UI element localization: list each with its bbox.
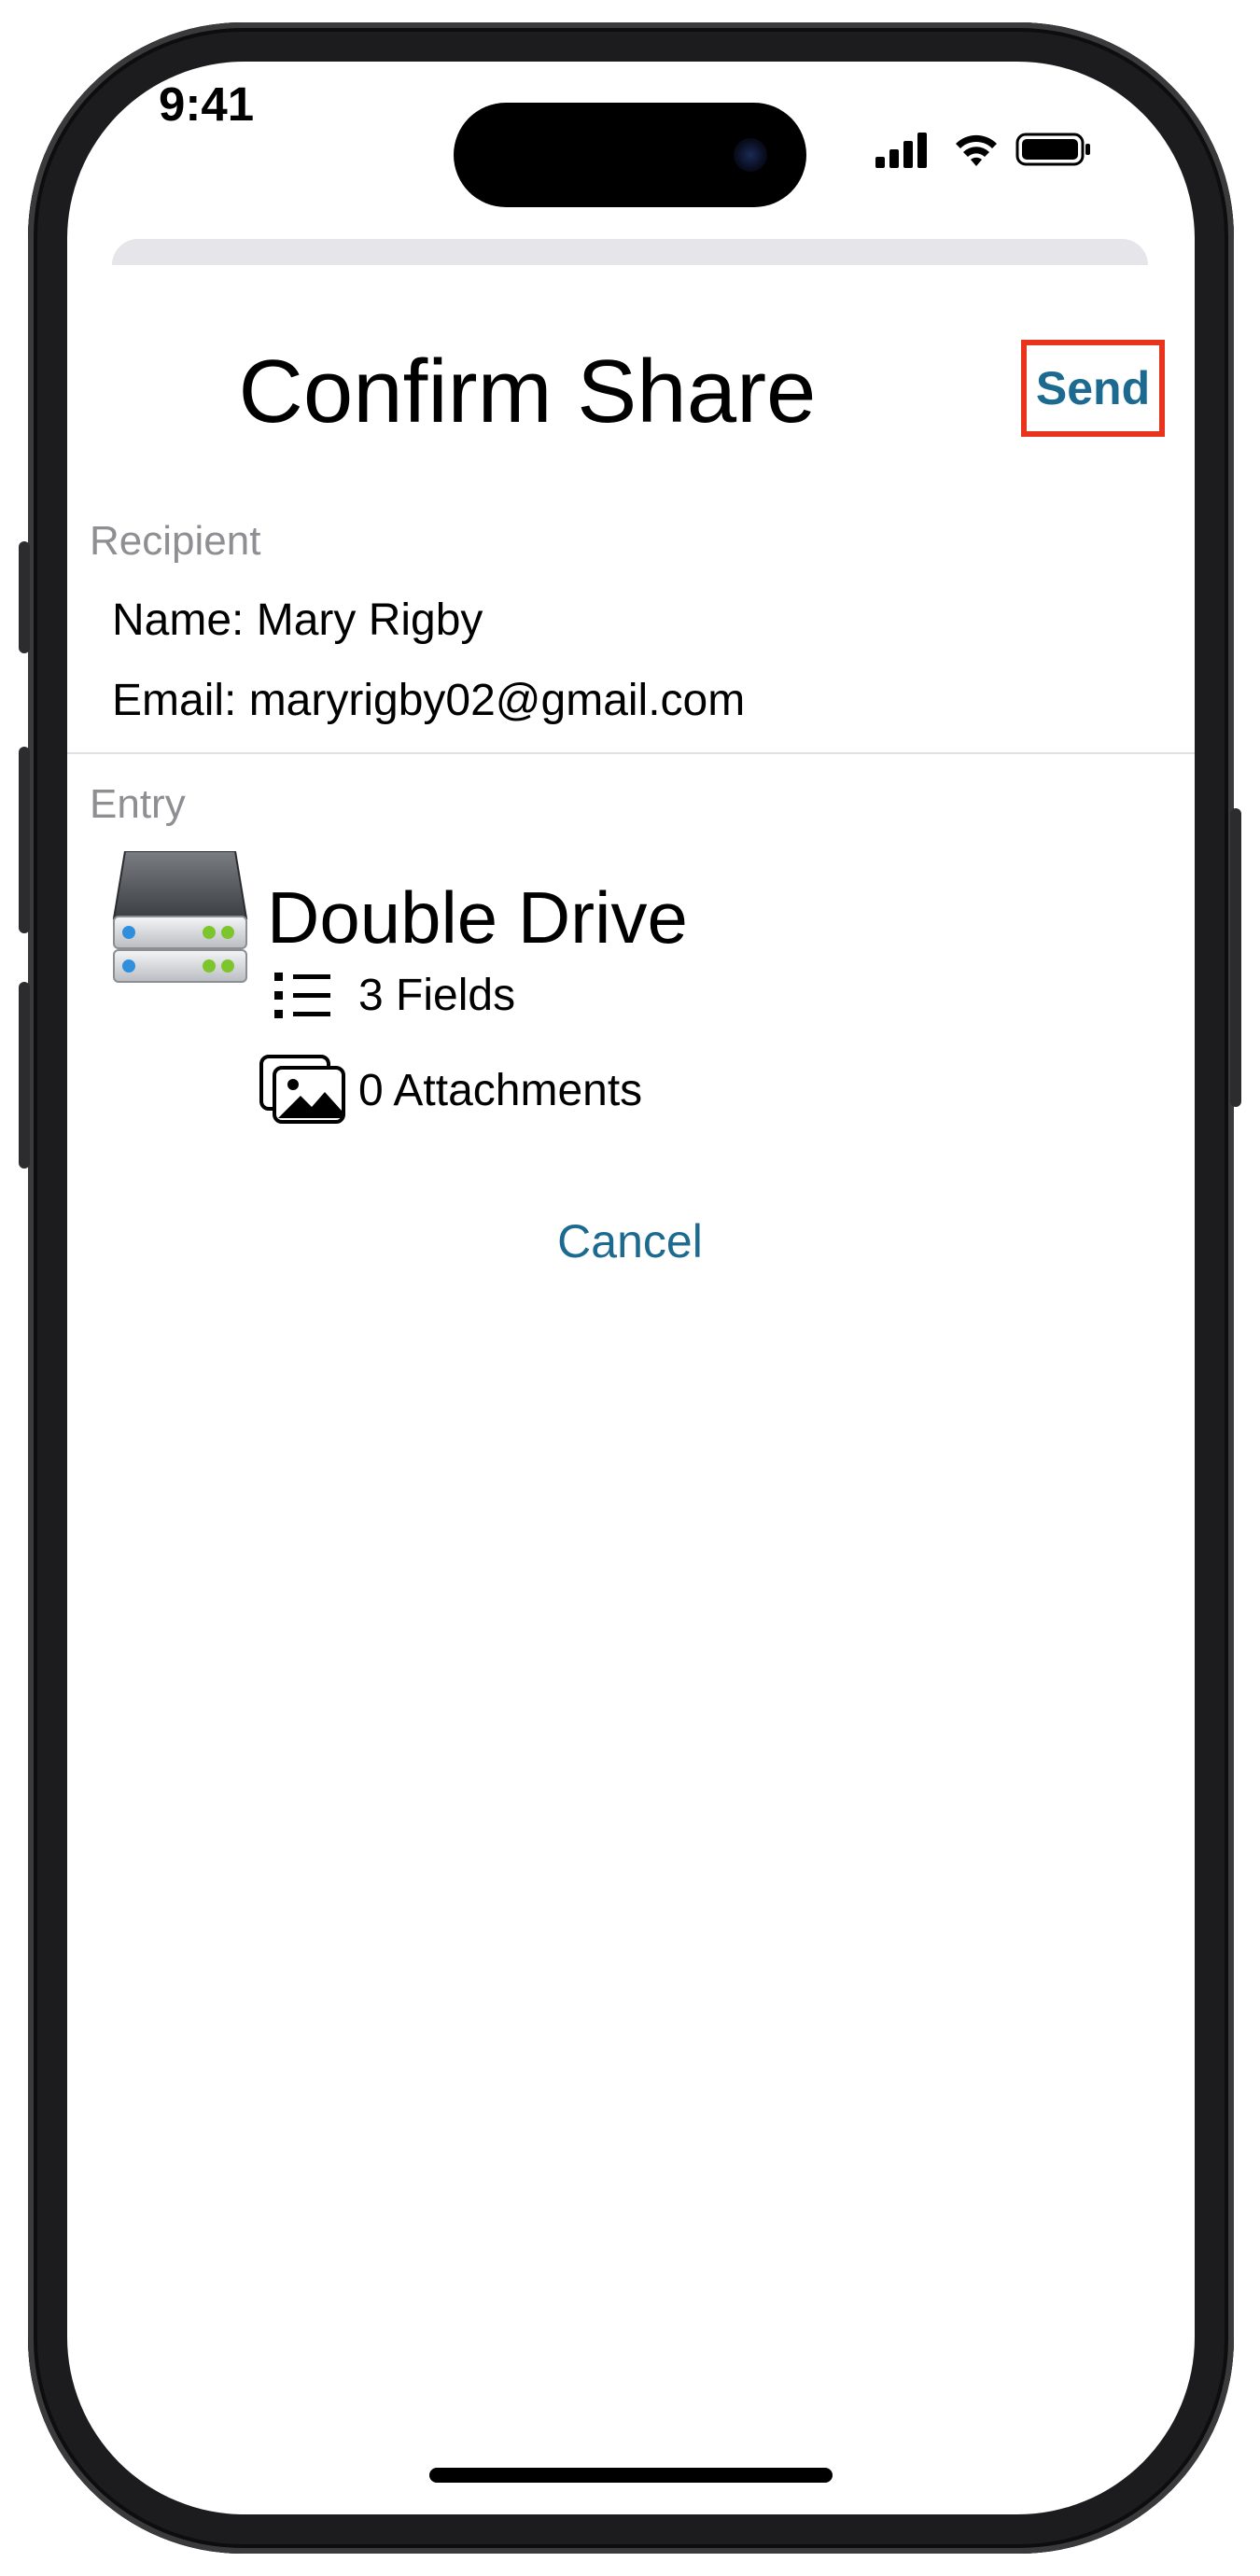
status-time: 9:41 — [159, 77, 255, 131]
wifi-icon — [956, 134, 997, 166]
side-button-action — [19, 541, 30, 653]
fields-count: 3 Fields — [358, 971, 516, 1020]
recipient-section-label: Recipient — [90, 518, 261, 564]
photo-attachments-icon — [259, 1055, 345, 1124]
list-icon — [274, 973, 330, 1018]
side-button-power — [1230, 808, 1241, 1107]
front-camera-icon — [734, 138, 767, 172]
recipient-name: Name: Mary Rigby — [112, 595, 483, 645]
send-button[interactable]: Send — [1021, 340, 1165, 437]
sheet-top-edge — [112, 239, 1148, 265]
side-button-volume-up — [19, 747, 30, 933]
battery-icon — [1015, 133, 1090, 166]
dynamic-island — [454, 103, 806, 207]
cancel-button[interactable]: Cancel — [523, 1204, 737, 1279]
drive-icon — [112, 851, 248, 983]
page-title: Confirm Share — [238, 342, 817, 441]
side-button-volume-down — [19, 982, 30, 1169]
attachments-count: 0 Attachments — [358, 1066, 643, 1115]
entry-title: Double Drive — [267, 876, 688, 959]
recipient-email: Email: maryrigby02@gmail.com — [112, 676, 746, 725]
home-indicator[interactable] — [429, 2468, 833, 2483]
status-icons — [875, 131, 1099, 172]
entry-section-label: Entry — [90, 781, 186, 827]
section-divider — [67, 752, 1195, 754]
cellular-signal-icon — [875, 133, 927, 168]
